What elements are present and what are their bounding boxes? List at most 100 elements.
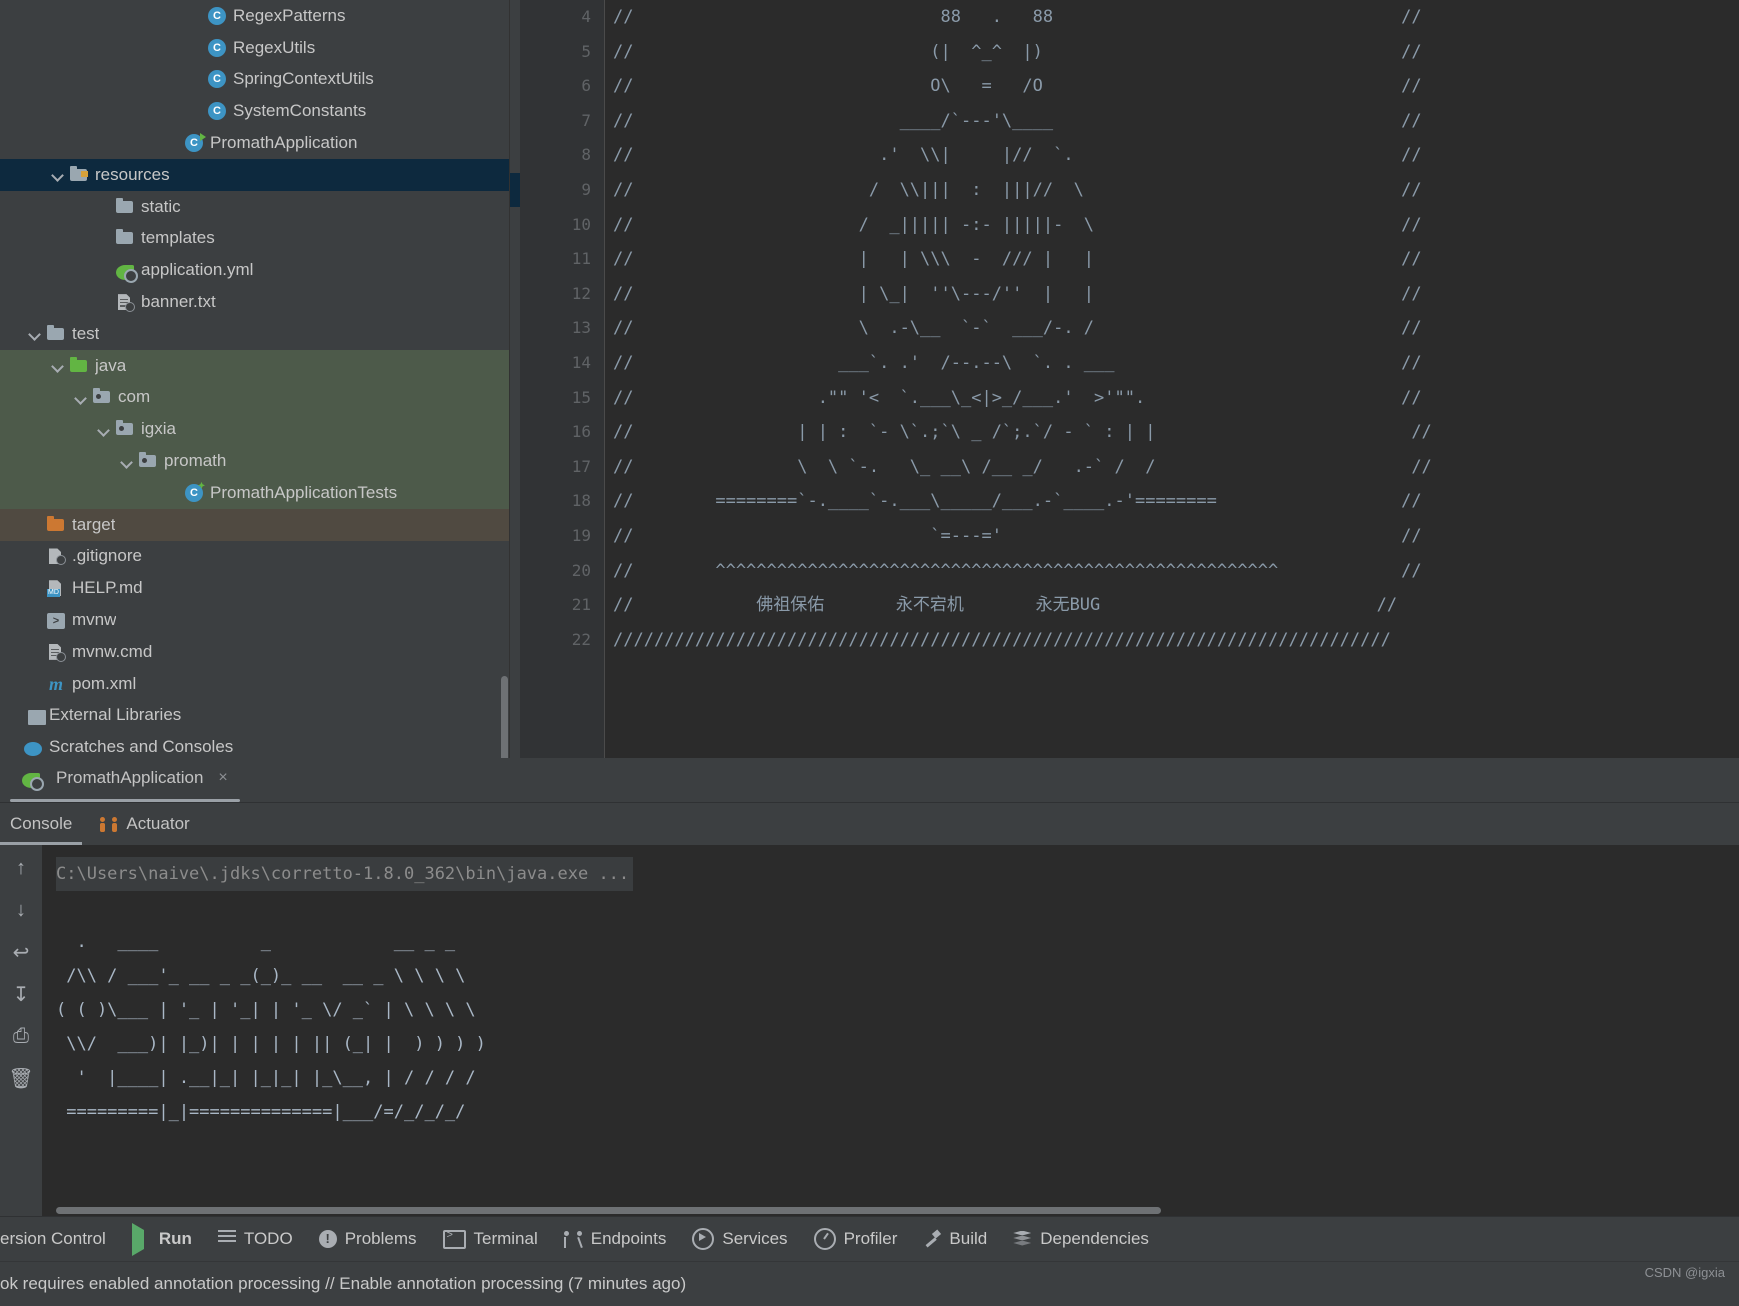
line-number: 12 (571, 283, 591, 303)
code-line: // ."" '< `.___\_<|>_/___.' >'"". // (613, 387, 1422, 408)
project-tree-scrollbar[interactable] (501, 676, 508, 758)
watermark-label: CSDN @igxia (1644, 1265, 1725, 1280)
package-folder-icon (93, 388, 111, 406)
line-number: 4 (581, 7, 591, 26)
tool-window-button-ersion-control[interactable]: ersion Control (0, 1217, 119, 1261)
line-number: 9 (581, 179, 591, 199)
tool-window-button-build[interactable]: Build (910, 1217, 1000, 1261)
console-horizontal-scrollbar[interactable] (56, 1207, 1161, 1214)
console-banner-line: . ____ _ __ _ _ (56, 932, 456, 952)
scroll-up-icon[interactable]: ↑ (8, 855, 34, 881)
text-file-icon (47, 643, 66, 662)
gutter-marker-strip (510, 0, 520, 758)
close-icon[interactable]: × (218, 769, 227, 787)
tool-window-button-dependencies[interactable]: Dependencies (1000, 1217, 1162, 1261)
tree-item-banner-txt[interactable]: banner.txt (0, 286, 510, 318)
tree-item-label: test (72, 323, 100, 343)
tree-item-scratches-and-consoles[interactable]: Scratches and Consoles (0, 731, 510, 758)
java-class-icon: C (208, 102, 226, 121)
run-icon (131, 1222, 151, 1256)
excluded-folder-icon (47, 515, 65, 534)
tree-item-regexutils[interactable]: C RegexUtils (0, 32, 510, 64)
tree-item-label: target (72, 514, 116, 534)
scratches-icon (24, 742, 42, 757)
spring-boot-icon (22, 772, 44, 791)
tree-item-regexpatterns[interactable]: C RegexPatterns (0, 0, 510, 32)
console-banner-line: /\\ / ___'_ __ _ _(_)_ __ __ _ \ \ \ \ (56, 966, 466, 986)
scroll-down-icon[interactable]: ↓ (8, 897, 34, 923)
chevron-down-icon[interactable] (121, 455, 134, 468)
line-number: 17 (571, 456, 591, 476)
todo-icon (217, 1229, 236, 1249)
console-text[interactable]: C:\Users\naive\.jdks\corretto-1.8.0_362\… (42, 845, 1739, 1216)
tool-window-button-terminal[interactable]: Terminal (430, 1217, 551, 1261)
chevron-down-icon[interactable] (98, 423, 111, 436)
tree-item-com[interactable]: com (0, 381, 510, 414)
tab-console[interactable]: Console (0, 803, 83, 845)
tab-actuator[interactable]: Actuator (100, 803, 190, 845)
editor-gutter[interactable]: 4 5 6 7 8 9 10 11 12 13 14 15 16 17 18 19 20 21 22 (510, 0, 605, 758)
tree-item-target[interactable]: target (0, 508, 510, 541)
soft-wrap-icon[interactable]: ↩ (8, 939, 34, 965)
folder-icon (47, 324, 65, 343)
tool-window-button-endpoints[interactable]: Endpoints (551, 1217, 680, 1261)
chevron-down-icon[interactable] (75, 391, 88, 404)
tree-item-springcontextutils[interactable]: C SpringContextUtils (0, 64, 510, 96)
tool-window-button-services[interactable]: Services (679, 1217, 800, 1261)
code-line: ////////////////////////////////////////… (613, 629, 1391, 650)
run-tab-promath-application[interactable]: PromathApplication × (10, 768, 240, 802)
run-configuration-tab-bar: PromathApplication × (0, 758, 1739, 803)
tree-item-promathapplication[interactable]: C PromathApplication (0, 127, 510, 159)
editor-code-content[interactable]: // 88 . 88 //// (| ^_^ |) //// O\ = /O /… (605, 0, 1739, 758)
tree-item-external-libraries[interactable]: External Libraries (0, 700, 510, 732)
chevron-down-icon[interactable] (52, 168, 65, 181)
tree-item-mvnw-cmd[interactable]: mvnw.cmd (0, 636, 510, 668)
tree-item-static[interactable]: static (0, 191, 510, 223)
code-editor[interactable]: 4 5 6 7 8 9 10 11 12 13 14 15 16 17 18 19 20 21 22 // 88 .… (510, 0, 1739, 758)
chevron-down-icon[interactable] (29, 327, 42, 340)
console-output-area[interactable]: ↑ ↓ ↩ ↧ ⎙ 🗑 C:\Users\naive\.jdks\corretto-1.8… (0, 845, 1739, 1216)
line-number: 13 (571, 318, 591, 338)
tree-item-pom-xml[interactable]: m pom.xml (0, 668, 510, 700)
tab-actuator-label: Actuator (126, 814, 190, 833)
tree-item-resources[interactable]: resources (0, 158, 510, 191)
tool-window-button-todo[interactable]: TODO (205, 1217, 306, 1261)
chevron-down-icon[interactable] (52, 359, 65, 372)
tree-item-label: promath (164, 451, 227, 471)
code-line: // 88 . 88 // (613, 7, 1422, 27)
project-tree-panel[interactable]: C RegexPatterns C RegexUtils C SpringContextU… (0, 0, 510, 758)
clear-all-icon[interactable]: 🗑 (8, 1065, 34, 1091)
tree-item-promath[interactable]: promath (0, 445, 510, 477)
spring-boot-run-icon: C (185, 133, 206, 153)
tree-item-help-md[interactable]: HELP.md (0, 572, 510, 604)
tool-window-button-run[interactable]: Run (119, 1217, 205, 1261)
code-line: // ___`. .' /--.--\ `. . ___ // (613, 352, 1422, 373)
tree-item-test[interactable]: test (0, 318, 510, 350)
build-icon (923, 1230, 941, 1248)
tree-item-mvnw[interactable]: > mvnw (0, 604, 510, 636)
code-line: // | | \\\ - /// | | // (613, 249, 1422, 270)
tree-item-application-yml[interactable]: application.yml (0, 254, 510, 286)
scroll-to-end-icon[interactable]: ↧ (8, 981, 34, 1007)
tree-item-templates[interactable]: templates (0, 223, 510, 255)
console-command-line: C:\Users\naive\.jdks\corretto-1.8.0_362\… (56, 857, 1739, 891)
line-number: 6 (581, 76, 591, 96)
tree-item-java[interactable]: java (0, 349, 510, 382)
tool-window-button-profiler[interactable]: Profiler (801, 1217, 911, 1261)
tree-item-gitignore[interactable]: .gitignore (0, 541, 510, 573)
external-libraries-icon (28, 709, 46, 725)
tool-window-button-label: Terminal (473, 1229, 538, 1248)
tree-item-promathapplicationtests[interactable]: C PromathApplicationTests (0, 476, 510, 509)
status-bar: ok requires enabled annotation processin… (0, 1261, 1739, 1306)
code-line: // `=---=' // (613, 525, 1422, 546)
tool-window-button-problems[interactable]: ! Problems (306, 1217, 430, 1261)
print-icon[interactable]: ⎙ (8, 1023, 34, 1049)
tree-item-label: SystemConstants (233, 101, 367, 121)
ide-window: C RegexPatterns C RegexUtils C SpringContextU… (0, 0, 1739, 1306)
dependencies-icon (1013, 1230, 1032, 1248)
tree-item-systemconstants[interactable]: C SystemConstants (0, 95, 510, 127)
tree-item-igxia[interactable]: igxia (0, 413, 510, 446)
